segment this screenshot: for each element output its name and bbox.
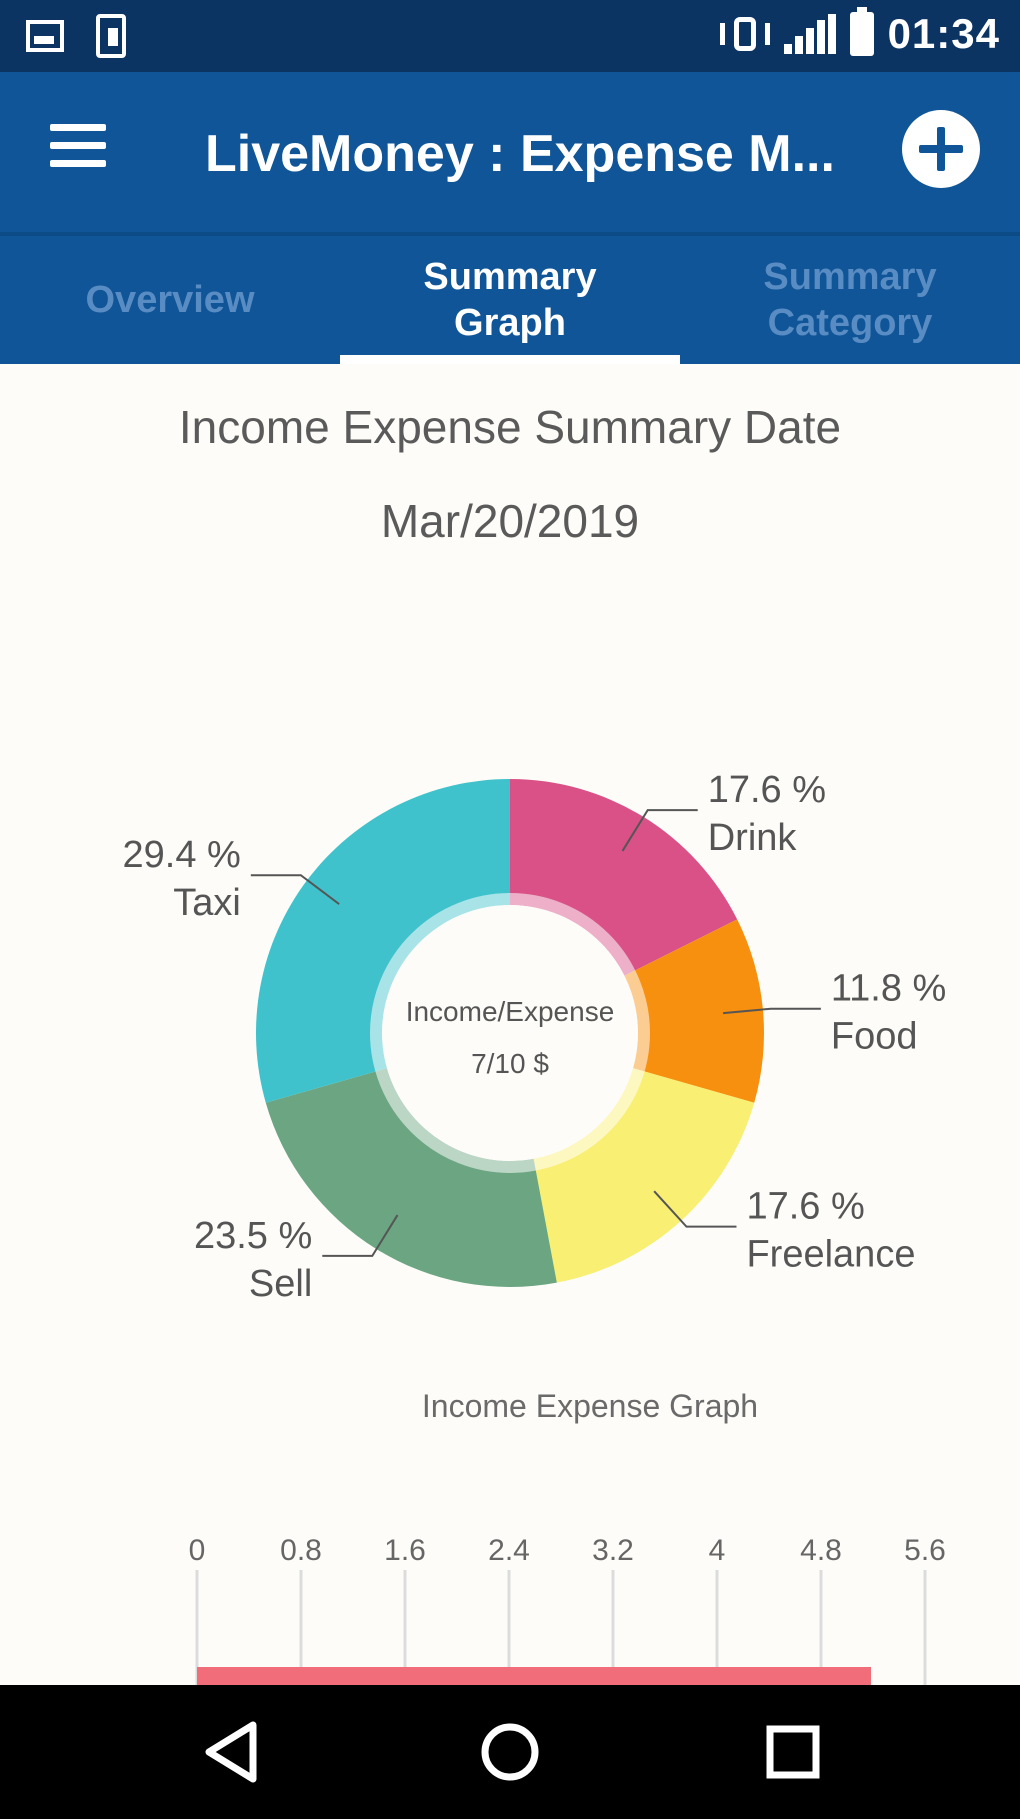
signal-icon	[783, 14, 836, 54]
x-tick-label: 2.4	[488, 1534, 530, 1567]
x-tick-label: 0.8	[280, 1534, 322, 1567]
x-tick-label: 4	[709, 1534, 726, 1567]
pie-percent-label-drink: 17.6 %	[708, 769, 826, 811]
x-tick-label: 5.6	[904, 1534, 946, 1567]
graph-caption: Income Expense Graph	[421, 1388, 759, 1424]
pie-percent-label-taxi: 29.4 %	[123, 834, 241, 876]
app-bar: LiveMoney : Expense M...	[0, 72, 1020, 232]
hamburger-menu-icon[interactable]	[50, 122, 106, 168]
navigation-bar	[0, 1685, 1020, 1819]
summary-date: Mar/20/2019	[380, 495, 640, 547]
donut-center-label: Income/Expense	[406, 996, 615, 1027]
donut-hole	[382, 905, 638, 1161]
donut-center-value: 7/10 $	[471, 1048, 549, 1079]
tab-overview-label: Overview	[85, 279, 255, 321]
x-tick-label: 0	[189, 1534, 206, 1567]
x-tick-label: 3.2	[592, 1534, 634, 1567]
pie-percent-label-food: 11.8 %	[831, 968, 946, 1010]
pie-category-label-sell: Sell	[249, 1263, 312, 1300]
pie-percent-label-freelance: 17.6 %	[746, 1186, 864, 1228]
pie-category-label-food: Food	[831, 1016, 918, 1058]
summary-title-line1: Income Expense Summary Date	[178, 401, 842, 453]
pie-category-label-drink: Drink	[708, 817, 798, 859]
bar[interactable]	[197, 1667, 871, 1685]
status-bar: 01:34	[0, 0, 1020, 72]
back-icon[interactable]	[195, 1717, 265, 1787]
tab-summary-graph-label: Summary Graph	[423, 256, 597, 344]
pie-percent-label-sell: 23.5 %	[194, 1215, 312, 1257]
tab-overview[interactable]: Overview	[0, 236, 340, 364]
recent-apps-icon[interactable]	[758, 1717, 828, 1787]
pie-category-label-freelance: Freelance	[746, 1234, 915, 1276]
sim-card-icon	[96, 14, 126, 58]
x-tick-label: 4.8	[800, 1534, 842, 1567]
tab-summary-graph[interactable]: Summary Graph	[340, 236, 680, 364]
app-title: LiveMoney : Expense M...	[205, 125, 835, 183]
image-notification-icon	[26, 14, 66, 58]
pie-category-label-taxi: Taxi	[173, 882, 241, 924]
add-circle-icon[interactable]	[902, 110, 980, 188]
home-icon[interactable]	[475, 1717, 545, 1787]
status-time: 01:34	[887, 10, 1000, 57]
x-tick-label: 1.6	[384, 1534, 426, 1567]
vibrate-icon	[719, 15, 770, 53]
donut-chart: 17.6 % Drink 11.8 % Food 17.6 % Freelance 23.5…	[123, 769, 947, 1300]
screen: 01:34 LiveMoney : Expense M... Overview …	[0, 0, 1020, 1819]
bar-graph: 0 0.8 1.6 2.4 3.2 4 4.8 5.6	[189, 1534, 946, 1685]
tab-summary-category[interactable]: Summary Category	[680, 236, 1020, 364]
tab-summary-category-label: Summary Category	[763, 256, 937, 344]
summary-title: Income Expense Summary Date Mar/20/2019	[0, 380, 1020, 568]
battery-icon	[849, 7, 874, 56]
tab-bar: Overview Summary Graph Summary Category	[0, 232, 1020, 364]
